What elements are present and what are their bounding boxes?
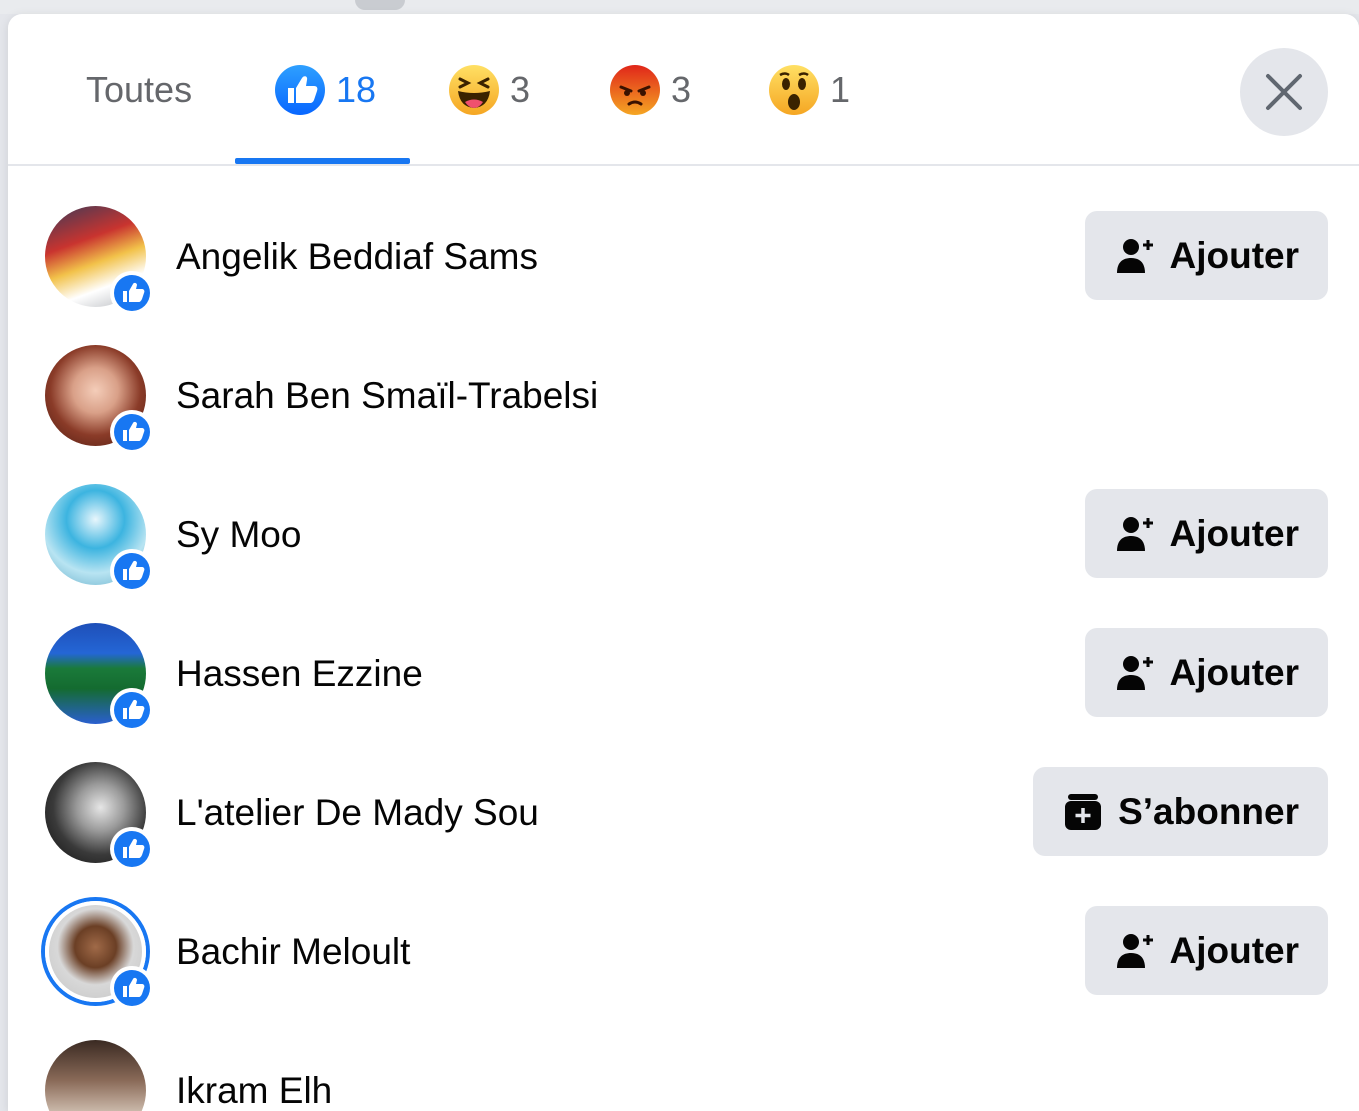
active-tab-indicator	[235, 158, 410, 164]
avatar[interactable]	[45, 762, 154, 871]
list-item: Sarah Ben Smaïl-Trabelsi	[8, 305, 1359, 454]
add-friend-label: Ajouter	[1169, 234, 1300, 276]
avatar[interactable]	[45, 623, 154, 732]
person-name[interactable]: Angelik Beddiaf Sams	[176, 236, 538, 278]
avatar[interactable]	[45, 484, 154, 593]
follow-button[interactable]: S’abonner	[1033, 767, 1328, 856]
avatar[interactable]	[45, 206, 154, 315]
avatar[interactable]	[45, 901, 154, 1010]
person-name[interactable]: Sarah Ben Smaïl-Trabelsi	[176, 375, 598, 417]
haha-reaction-icon	[449, 65, 499, 115]
tab-wow-count: 1	[830, 69, 851, 110]
tab-all[interactable]: Toutes	[86, 14, 192, 166]
avatar[interactable]	[45, 1040, 146, 1111]
tab-all-label: Toutes	[86, 69, 193, 110]
add-friend-button[interactable]: Ajouter	[1084, 211, 1328, 300]
list-item: Bachir Meloult Ajouter	[8, 861, 1359, 1010]
person-name[interactable]: Bachir Meloult	[176, 931, 410, 973]
tab-angry[interactable]: 3	[609, 14, 691, 166]
add-friend-icon	[1116, 238, 1153, 273]
close-icon	[1266, 74, 1302, 110]
tab-wow[interactable]: 1	[768, 14, 850, 166]
like-reaction-icon	[275, 65, 325, 115]
add-friend-button[interactable]: Ajouter	[1084, 906, 1328, 995]
person-name[interactable]: Ikram Elh	[176, 1070, 332, 1111]
follow-icon	[1065, 793, 1102, 830]
add-friend-icon	[1116, 933, 1153, 968]
reactions-dialog: Toutes 18 3 3 1 Angelik Beddiaf Sams Ajo…	[8, 14, 1359, 1111]
person-name[interactable]: L'atelier De Mady Sou	[176, 792, 539, 834]
close-button[interactable]	[1240, 48, 1328, 136]
follow-label: S’abonner	[1118, 790, 1299, 832]
person-name[interactable]: Sy Moo	[176, 514, 301, 556]
list-item: Hassen Ezzine Ajouter	[8, 583, 1359, 732]
add-friend-label: Ajouter	[1169, 512, 1300, 554]
background-strip	[0, 0, 1359, 14]
add-friend-label: Ajouter	[1169, 651, 1300, 693]
add-friend-button[interactable]: Ajouter	[1084, 489, 1328, 578]
list-item: Angelik Beddiaf Sams Ajouter	[8, 166, 1359, 315]
add-friend-button[interactable]: Ajouter	[1084, 628, 1328, 717]
reaction-tabs: Toutes 18 3 3 1	[8, 14, 1359, 166]
tab-like[interactable]: 18	[274, 14, 376, 166]
avatar[interactable]	[45, 345, 154, 454]
list-item: L'atelier De Mady Sou S’abonner	[8, 722, 1359, 871]
add-friend-icon	[1116, 655, 1153, 690]
tab-haha[interactable]: 3	[448, 14, 530, 166]
person-name[interactable]: Hassen Ezzine	[176, 653, 423, 695]
list-item: Ikram Elh	[8, 1000, 1359, 1111]
list-item: Sy Moo Ajouter	[8, 444, 1359, 593]
tab-like-count: 18	[336, 69, 377, 110]
add-friend-label: Ajouter	[1169, 929, 1300, 971]
angry-reaction-icon	[610, 65, 660, 115]
tab-angry-count: 3	[671, 69, 692, 110]
wow-reaction-icon	[769, 65, 819, 115]
tab-haha-count: 3	[510, 69, 531, 110]
add-friend-icon	[1116, 516, 1153, 551]
